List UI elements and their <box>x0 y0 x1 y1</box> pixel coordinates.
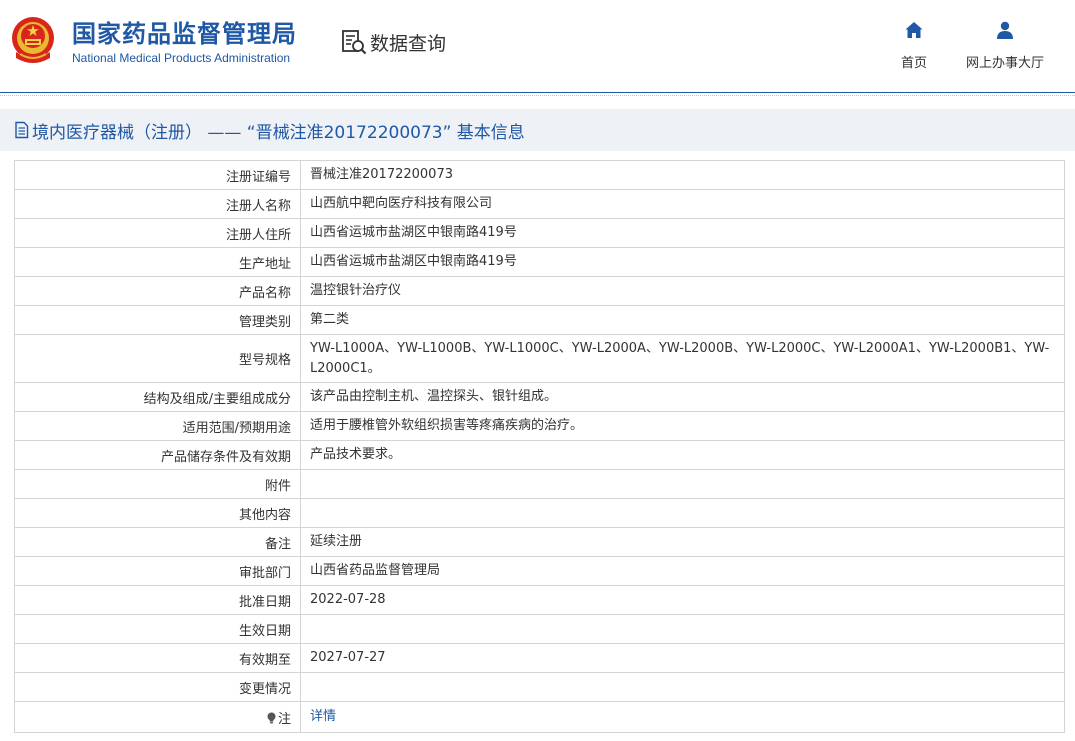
table-row: 结构及组成/主要组成成分 该产品由控制主机、温控探头、银针组成。 <box>14 382 1065 412</box>
field-value <box>300 469 1065 499</box>
field-label: 产品名称 <box>14 276 301 306</box>
field-label: 注册证编号 <box>14 160 301 190</box>
table-row: 变更情况 <box>14 672 1065 702</box>
field-value: 山西省运城市盐湖区中银南路419号 <box>300 218 1065 248</box>
user-icon <box>997 21 1013 39</box>
field-value: 山西省运城市盐湖区中银南路419号 <box>300 247 1065 277</box>
note-value-cell: 详情 <box>300 701 1065 733</box>
table-row: 产品名称 温控银针治疗仪 <box>14 276 1065 306</box>
table-row: 批准日期 2022-07-28 <box>14 585 1065 615</box>
field-value <box>300 614 1065 644</box>
table-row: 产品储存条件及有效期 产品技术要求。 <box>14 440 1065 470</box>
field-value: 山西省药品监督管理局 <box>300 556 1065 586</box>
table-row: 注册人住所 山西省运城市盐湖区中银南路419号 <box>14 218 1065 248</box>
header-divider <box>0 92 1075 93</box>
field-label: 其他内容 <box>14 498 301 528</box>
national-emblem-icon[interactable] <box>10 14 56 66</box>
table-row: 有效期至 2027-07-27 <box>14 643 1065 673</box>
details-link[interactable]: 详情 <box>310 709 336 724</box>
field-value: 产品技术要求。 <box>300 440 1065 470</box>
page-title-bar: 境内医疗器械（注册） —— “晋械注准20172200073” 基本信息 <box>0 109 1075 151</box>
field-value: 2022-07-28 <box>300 585 1065 615</box>
field-label: 型号规格 <box>14 334 301 383</box>
field-label: 注册人名称 <box>14 189 301 219</box>
field-label: 结构及组成/主要组成成分 <box>14 382 301 412</box>
table-row: 审批部门 山西省药品监督管理局 <box>14 556 1065 586</box>
table-row: 注册人名称 山西航中靶向医疗科技有限公司 <box>14 189 1065 219</box>
table-row: 备注 延续注册 <box>14 527 1065 557</box>
table-row: 生产地址 山西省运城市盐湖区中银南路419号 <box>14 247 1065 277</box>
header-dotted-divider <box>0 95 1075 96</box>
field-value: 山西航中靶向医疗科技有限公司 <box>300 189 1065 219</box>
field-label: 备注 <box>14 527 301 557</box>
field-value <box>300 498 1065 528</box>
data-query-link[interactable]: 数据查询 <box>340 27 446 57</box>
table-row: 附件 <box>14 469 1065 499</box>
field-value: YW-L1000A、YW-L1000B、YW-L1000C、YW-L2000A、… <box>300 334 1065 383</box>
table-row: 型号规格 YW-L1000A、YW-L1000B、YW-L1000C、YW-L20… <box>14 334 1065 383</box>
field-value: 晋械注准20172200073 <box>300 160 1065 190</box>
site-header: 国家药品监督管理局 National Medical Products Admi… <box>0 0 1075 92</box>
nav-online-hall[interactable]: 网上办事大厅 <box>960 20 1050 71</box>
field-label: 管理类别 <box>14 305 301 335</box>
field-value: 2027-07-27 <box>300 643 1065 673</box>
lightbulb-icon <box>267 712 276 723</box>
table-row-note: 注 详情 <box>14 701 1065 733</box>
data-query-label: 数据查询 <box>370 32 447 55</box>
site-title-en[interactable]: National Medical Products Administration <box>72 51 290 65</box>
document-icon <box>15 121 29 139</box>
field-value: 延续注册 <box>300 527 1065 557</box>
data-query-icon <box>342 30 367 55</box>
field-label: 批准日期 <box>14 585 301 615</box>
nav-home-label: 首页 <box>900 56 927 71</box>
table-row: 生效日期 <box>14 614 1065 644</box>
site-title-cn[interactable]: 国家药品监督管理局 <box>72 14 297 49</box>
table-row: 注册证编号 晋械注准20172200073 <box>14 160 1065 190</box>
field-label: 产品储存条件及有效期 <box>14 440 301 470</box>
table-row: 其他内容 <box>14 498 1065 528</box>
field-value: 温控银针治疗仪 <box>300 276 1065 306</box>
field-label: 适用范围/预期用途 <box>14 411 301 441</box>
field-value: 第二类 <box>300 305 1065 335</box>
field-label: 生效日期 <box>14 614 301 644</box>
basic-info-table: 注册证编号 晋械注准20172200073 注册人名称 山西航中靶向医疗科技有限公司… <box>14 160 1065 733</box>
home-icon <box>905 22 923 38</box>
field-label: 审批部门 <box>14 556 301 586</box>
nav-online-hall-label: 网上办事大厅 <box>965 56 1044 71</box>
nav-home[interactable]: 首页 <box>869 20 959 71</box>
field-value: 该产品由控制主机、温控探头、银针组成。 <box>300 382 1065 412</box>
field-value <box>300 672 1065 702</box>
field-label: 有效期至 <box>14 643 301 673</box>
note-label-cell: 注 <box>14 701 301 733</box>
note-label: 注 <box>277 711 291 727</box>
table-row: 管理类别 第二类 <box>14 305 1065 335</box>
page-title: 境内医疗器械（注册） —— “晋械注准20172200073” 基本信息 <box>32 122 525 143</box>
field-label: 生产地址 <box>14 247 301 277</box>
field-label: 变更情况 <box>14 672 301 702</box>
field-label: 附件 <box>14 469 301 499</box>
field-label: 注册人住所 <box>14 218 301 248</box>
field-value: 适用于腰椎管外软组织损害等疼痛疾病的治疗。 <box>300 411 1065 441</box>
table-row: 适用范围/预期用途 适用于腰椎管外软组织损害等疼痛疾病的治疗。 <box>14 411 1065 441</box>
